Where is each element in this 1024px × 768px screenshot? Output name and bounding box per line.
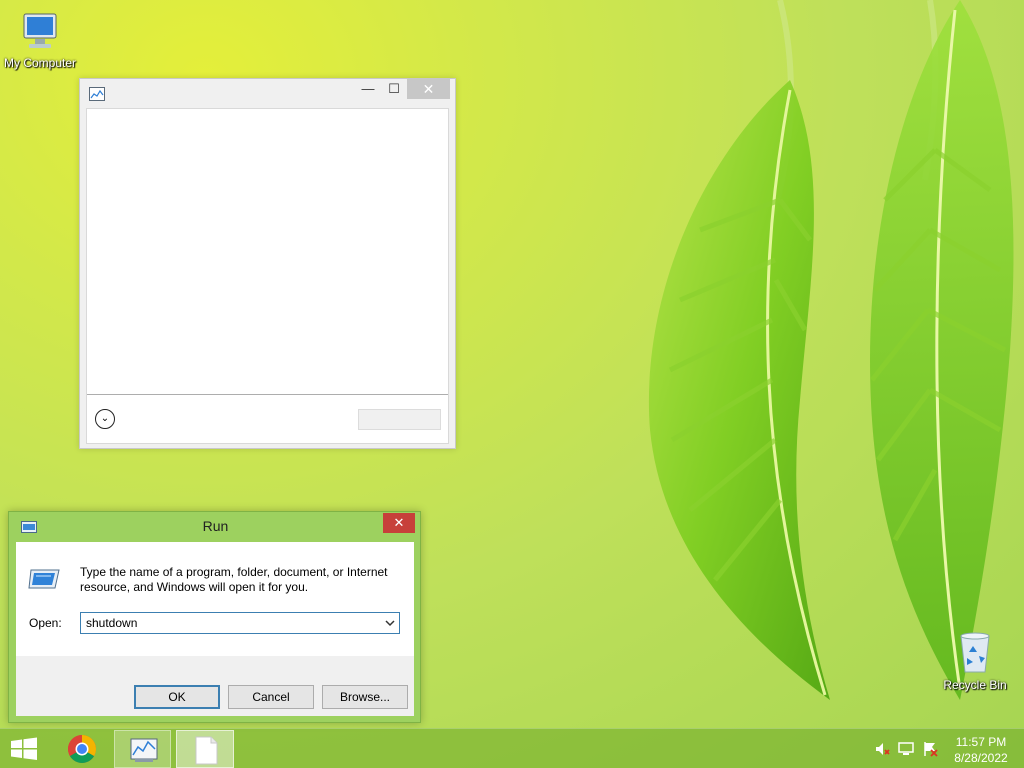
chrome-icon <box>68 735 96 763</box>
minimize-button[interactable]: — <box>355 79 381 99</box>
chevron-down-icon[interactable] <box>384 615 396 631</box>
dialog-description: Type the name of a program, folder, docu… <box>80 565 388 594</box>
start-button[interactable] <box>0 729 48 768</box>
desktop-icon-my-computer[interactable]: My Computer <box>0 10 80 70</box>
run-dialog: Run ✕ Type the name of a program, folder… <box>8 511 421 723</box>
performance-monitor-icon <box>130 738 158 762</box>
clock-date[interactable]: 8/28/2022 <box>940 751 1022 765</box>
document-taskbar-button[interactable] <box>176 730 234 768</box>
network-icon[interactable] <box>898 741 914 757</box>
taskbar: 11:57 PM 8/28/2022 <box>0 728 1024 768</box>
blank-window: — ☐ ✕ ⌄ <box>79 78 456 449</box>
action-center-flag-icon[interactable] <box>922 741 938 757</box>
window-client-area: ⌄ <box>86 108 449 444</box>
computer-icon <box>23 13 57 48</box>
open-label: Open: <box>29 616 62 630</box>
desktop-icon-recycle-bin[interactable]: Recycle Bin <box>935 630 1015 692</box>
app-window-icon <box>89 87 105 101</box>
browse-button[interactable]: Browse... <box>322 685 408 709</box>
expand-details-button[interactable]: ⌄ <box>95 409 115 429</box>
clock-time[interactable]: 11:57 PM <box>940 735 1022 749</box>
cancel-button[interactable]: Cancel <box>228 685 314 709</box>
open-input[interactable]: shutdown <box>86 616 137 630</box>
document-icon <box>195 736 218 765</box>
ok-button[interactable]: OK <box>134 685 220 709</box>
desktop-icon-label: My Computer <box>3 56 77 70</box>
dialog-content: Type the name of a program, folder, docu… <box>16 542 414 716</box>
maximize-button[interactable]: ☐ <box>381 79 407 99</box>
desktop-icon-label: Recycle Bin <box>943 678 1007 692</box>
dialog-title: Run <box>202 518 229 534</box>
window-footer: ⌄ <box>87 394 448 443</box>
recycle-bin-icon <box>960 632 990 673</box>
chrome-taskbar-button[interactable] <box>58 729 106 768</box>
window-titlebar[interactable]: — ☐ ✕ <box>80 79 455 107</box>
run-program-icon <box>28 569 60 589</box>
close-button[interactable]: ✕ <box>383 513 415 533</box>
disabled-button <box>358 409 441 430</box>
close-button[interactable]: ✕ <box>407 79 450 99</box>
open-combobox[interactable]: shutdown <box>80 612 400 634</box>
start-icon <box>11 737 37 760</box>
performance-monitor-taskbar-button[interactable] <box>114 730 171 768</box>
speaker-muted-icon[interactable] <box>874 741 890 757</box>
